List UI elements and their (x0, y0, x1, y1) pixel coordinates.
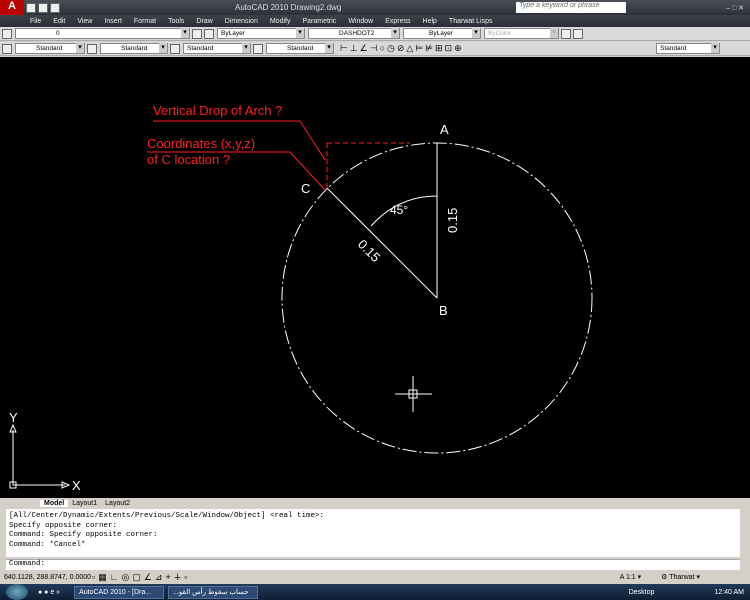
style5-dropdown[interactable]: Standard (656, 43, 720, 54)
label-b: B (439, 303, 448, 318)
ucs-icon (12, 430, 65, 486)
open-icon[interactable] (38, 2, 48, 13)
quick-launch-icons[interactable]: ● ● e » (38, 589, 60, 596)
drawing-svg: Vertical Drop of Arch ? Coordinates (x,y… (9, 103, 593, 493)
annotation-c-location: of C location ? (147, 152, 230, 167)
view2-icon[interactable] (573, 28, 583, 39)
app-menu-button[interactable]: A (0, 0, 24, 15)
menu-tharwat-lisps[interactable]: Tharwat Lisps (449, 18, 493, 25)
mleader-style-icon[interactable] (253, 43, 263, 54)
menu-bar: File Edit View Insert Format Tools Draw … (0, 15, 750, 27)
dimension-tools-icons[interactable]: ⊢⊥∠⊣○◷⊘△⊨⊭⊞⊡⊕ (340, 43, 464, 54)
layer-manager-icon[interactable] (2, 28, 12, 39)
command-history: [All/Center/Dynamic/Extents/Previous/Sca… (6, 509, 740, 557)
menu-format[interactable]: Format (134, 18, 156, 25)
mleader-style-dropdown[interactable]: Standard (266, 43, 334, 54)
task-autocad[interactable]: AutoCAD 2010 - [Dra... (74, 585, 165, 599)
menu-help[interactable]: Help (423, 18, 437, 25)
view-icon[interactable] (561, 28, 571, 39)
history-line: Specify opposite corner: (9, 521, 118, 530)
table-style-dropdown[interactable]: Standard (183, 43, 251, 54)
plotstyle-dropdown: ByColor (484, 28, 559, 39)
menu-tools[interactable]: Tools (168, 18, 184, 25)
window-title: AutoCAD 2010 Drawing2.dwg (235, 3, 342, 12)
status-bar: 640.1128, 288.8747, 0.0000 ▫▦∟◎▢∠⊿+∔▫ A … (0, 570, 750, 584)
tab-layout2[interactable]: Layout2 (101, 500, 134, 507)
workspace-name: Tharwat (669, 574, 695, 581)
angle-label: 45° (390, 203, 408, 217)
color-dropdown[interactable]: ByLayer (217, 28, 305, 39)
make-current-icon[interactable] (192, 28, 202, 39)
command-input[interactable]: Command: (6, 559, 740, 570)
start-button[interactable] (6, 584, 28, 600)
label-c: C (301, 181, 310, 196)
text-style-icon[interactable] (2, 43, 12, 54)
drawing-canvas[interactable]: Vertical Drop of Arch ? Coordinates (x,y… (0, 57, 750, 498)
search-input[interactable]: Type a keyword or phrase (516, 2, 627, 13)
layers-toolbar: 0 ByLayer DASHDOT2 ByLayer ByColor (0, 27, 750, 41)
ucs-x-label: X (72, 478, 81, 493)
annotation-scale[interactable]: A 1:1 ▾ (620, 573, 641, 581)
taskbar: ● ● e » AutoCAD 2010 - [Dra... ...حساب س… (0, 584, 750, 600)
workspace-switch[interactable]: ⚙ Tharwat ▾ (661, 573, 700, 581)
layout-tabs: Model Layout1 Layout2 (0, 498, 750, 509)
styles-toolbar: Standard Standard Standard Standard ⊢⊥∠⊣… (0, 42, 750, 56)
dim-style-icon[interactable] (87, 43, 97, 54)
ucs-y-label: Y (9, 410, 18, 425)
dim-vertical: 0.15 (445, 208, 460, 233)
label-a: A (440, 122, 449, 137)
history-line: Command: Specify opposite corner: (9, 531, 158, 539)
new-icon[interactable] (26, 2, 36, 13)
layer-dropdown[interactable]: 0 (15, 28, 190, 39)
drafting-toggles[interactable]: ▫▦∟◎▢∠⊿+∔▫ (92, 572, 190, 583)
dim-style-dropdown[interactable]: Standard (100, 43, 168, 54)
menu-dimension[interactable]: Dimension (225, 18, 258, 25)
menu-insert[interactable]: Insert (104, 18, 122, 25)
annotation-vertical-drop: Vertical Drop of Arch ? (153, 103, 282, 118)
save-icon[interactable] (50, 2, 60, 13)
menu-window[interactable]: Window (348, 18, 373, 25)
tab-model[interactable]: Model (40, 500, 69, 507)
menu-express[interactable]: Express (385, 18, 410, 25)
coordinates-readout: 640.1128, 288.8747, 0.0000 (4, 573, 92, 581)
window-controls[interactable]: – □ ✕ (726, 4, 744, 12)
history-line: [All/Center/Dynamic/Extents/Previous/Sca… (9, 512, 325, 520)
radius-diagonal[interactable] (326, 187, 438, 299)
title-bar: A AutoCAD 2010 Drawing2.dwg Type a keywo… (0, 0, 750, 15)
menu-modify[interactable]: Modify (270, 18, 291, 25)
annotation-coordinates: Coordinates (x,y,z) (147, 136, 255, 151)
task-browser[interactable]: ...حساب سقوط رأس القو (168, 585, 259, 599)
layer-previous-icon[interactable] (204, 28, 214, 39)
table-style-icon[interactable] (170, 43, 180, 54)
text-style-dropdown[interactable]: Standard (15, 43, 85, 54)
linetype-dropdown[interactable]: DASHDOT2 (308, 28, 400, 39)
clock: 12:40 AM (714, 588, 744, 596)
lineweight-dropdown[interactable]: ByLayer (403, 28, 481, 39)
menu-draw[interactable]: Draw (196, 18, 212, 25)
tab-layout1[interactable]: Layout1 (68, 500, 101, 507)
history-line: Command: *Cancel* (9, 540, 86, 549)
menu-view[interactable]: View (77, 18, 92, 25)
menu-parametric[interactable]: Parametric (302, 18, 336, 25)
scale-value: 1:1 (625, 574, 636, 581)
menu-file[interactable]: File (30, 18, 41, 25)
menu-edit[interactable]: Edit (53, 18, 65, 25)
desktop-toolbar[interactable]: Desktop (629, 589, 655, 596)
